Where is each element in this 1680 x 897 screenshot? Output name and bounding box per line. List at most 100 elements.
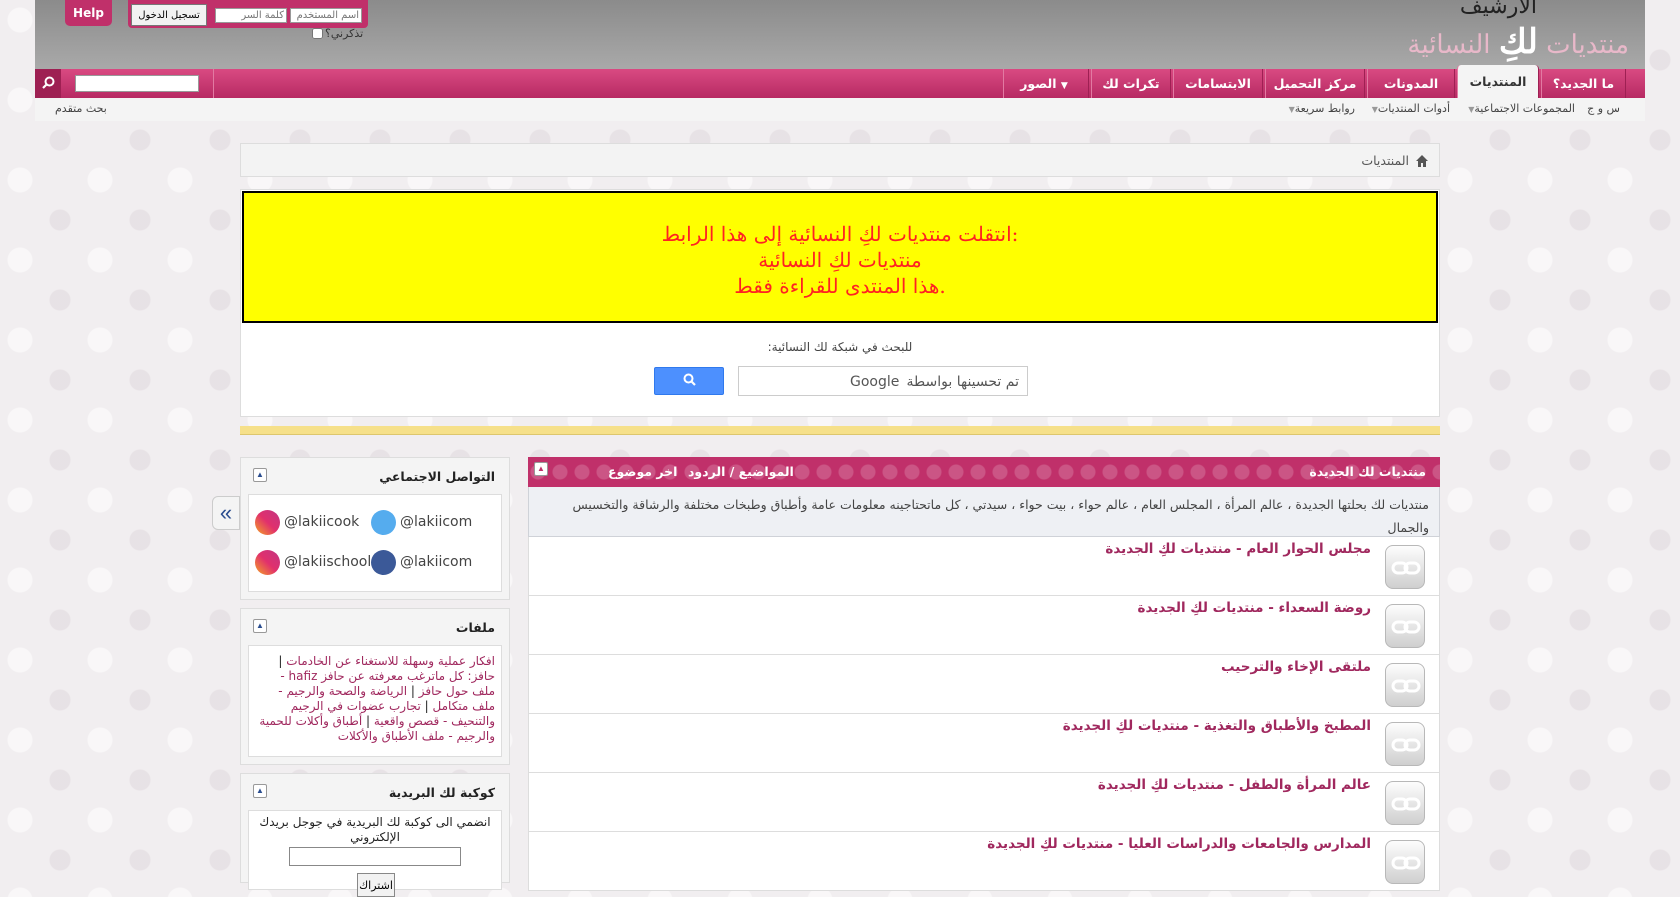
- column-stats: المواضيع / الردود: [688, 464, 794, 479]
- link-icon: [1385, 604, 1425, 648]
- tab-upload-center[interactable]: مركز التحميل: [1265, 69, 1365, 98]
- social-block-title: التواصل الاجتماعي: [379, 469, 495, 484]
- facebook-icon: [371, 549, 396, 575]
- collapse-icon[interactable]: ▲: [253, 784, 267, 798]
- mailing-block: كوكبة لك البريدية ▲ انضمي الى كوكبة لك ا…: [240, 773, 510, 897]
- social-groups-link[interactable]: المجموعات الاجتماعية▼: [1465, 102, 1575, 115]
- forum-category-header: منتديات لك الجديدة المواضيع / الردود اخر…: [528, 457, 1440, 487]
- nav-search-input[interactable]: [75, 75, 199, 92]
- forum-row: عالم المرأة والطفل - منتديات لكِ الجديدة: [528, 773, 1440, 832]
- forum-link[interactable]: المدارس والجامعات والدراسات العليا - منت…: [987, 836, 1371, 852]
- sidebar-toggle-button[interactable]: «: [212, 496, 240, 530]
- logo-forum-name: منتديات لكِ النسائية: [1407, 22, 1629, 62]
- chevron-down-icon: ▼: [1060, 81, 1068, 91]
- forum-link[interactable]: المطبخ والأطباق والتغذية - منتديات لكِ ا…: [1063, 718, 1371, 734]
- remember-me-checkbox[interactable]: [312, 28, 323, 39]
- instagram-icon: [255, 509, 280, 535]
- link-icon: [1385, 663, 1425, 707]
- forum-row: ملتقى الإخاء والترحيب: [528, 655, 1440, 714]
- email-field[interactable]: [289, 847, 461, 866]
- search-icon[interactable]: [35, 69, 61, 98]
- login-button[interactable]: تسجيل الدخول: [131, 4, 207, 26]
- notice-panel: انتقلت منتديات لكِ النسائية إلى هذا الرا…: [240, 189, 1440, 417]
- link-icon: [1385, 545, 1425, 589]
- tab-whats-new[interactable]: ما الجديد؟: [1541, 69, 1626, 98]
- social-facebook[interactable]: @lakiicom: [371, 549, 472, 575]
- mailing-description: انضمي الى كوكبة لك البريدية في جوجل بريد…: [259, 815, 491, 844]
- notice-line-3: هذا المنتدى للقراءة فقط.: [734, 274, 946, 298]
- forum-link[interactable]: عالم المرأة والطفل - منتديات لكِ الجديدة: [1098, 777, 1371, 793]
- forum-tools-link[interactable]: أدوات المنتديات▼: [1369, 102, 1450, 115]
- moved-notice: انتقلت منتديات لكِ النسائية إلى هذا الرا…: [242, 191, 1438, 323]
- tab-blogs[interactable]: المدونات: [1367, 69, 1455, 98]
- breadcrumb-forums[interactable]: المنتديات: [1361, 153, 1409, 168]
- social-instagram-school[interactable]: @lakiischool: [255, 549, 371, 575]
- social-handle: @lakiischool: [284, 554, 372, 570]
- forum-row: روضة السعداء - منتديات لكِ الجديدة: [528, 596, 1440, 655]
- notice-link[interactable]: منتديات لكِ النسائية: [244, 247, 1436, 273]
- files-block-title: ملفات: [455, 620, 495, 635]
- social-handle: @lakiicook: [284, 514, 360, 530]
- instagram-icon: [255, 549, 280, 575]
- username-input[interactable]: [290, 8, 362, 23]
- main-navbar: ما الجديد؟ المنتديات المدونات مركز التحم…: [35, 65, 1645, 98]
- link-icon: [1385, 840, 1425, 884]
- social-handle: @lakiicom: [400, 514, 473, 530]
- google-logo: Google: [849, 374, 900, 390]
- remember-me[interactable]: تذكرني؟: [312, 27, 363, 40]
- social-handle: @lakiicom: [400, 554, 473, 570]
- notice-line-1: انتقلت منتديات لكِ النسائية إلى هذا الرا…: [661, 222, 1019, 246]
- quick-links-link[interactable]: روابط سريعة▼: [1286, 102, 1355, 115]
- forum-link[interactable]: ملتقى الإخاء والترحيب: [1221, 659, 1371, 675]
- social-block: التواصل الاجتماعي ▲ @lakiicom @lakiicook…: [240, 457, 510, 600]
- files-block-header: ملفات ▲: [241, 609, 509, 641]
- forum-link[interactable]: مجلس الحوار العام - منتديات لكِ الجديدة: [1105, 541, 1371, 557]
- collapse-icon[interactable]: ▲: [253, 619, 267, 633]
- mailing-block-header: كوكبة لك البريدية ▲: [241, 774, 509, 806]
- link-icon: [1385, 781, 1425, 825]
- subscribe-button[interactable]: اشتراك: [357, 873, 395, 897]
- tab-forums[interactable]: المنتديات: [1457, 65, 1539, 98]
- social-twitter[interactable]: @lakiicom: [371, 509, 472, 535]
- site-logo[interactable]: الأرشيف منتديات لكِ النسائية: [1387, 0, 1637, 64]
- header: الأرشيف منتديات لكِ النسائية Help تسجيل …: [35, 0, 1645, 69]
- forum-category-title[interactable]: منتديات لك الجديدة: [1309, 464, 1426, 479]
- google-branding: تم تحسينها بواسطة Google: [849, 374, 1019, 390]
- forum-row: مجلس الحوار العام - منتديات لكِ الجديدة: [528, 537, 1440, 596]
- remember-me-label: تذكرني؟: [325, 27, 364, 40]
- collapse-icon[interactable]: ▲: [253, 468, 267, 482]
- faq-link[interactable]: س و ج: [1587, 102, 1620, 115]
- tab-smilies[interactable]: الابتسامات: [1173, 69, 1263, 98]
- mailing-block-title: كوكبة لك البريدية: [388, 785, 495, 800]
- tab-pictures[interactable]: الصور ▼: [1003, 69, 1089, 98]
- social-instagram-cook[interactable]: @lakiicook: [255, 509, 359, 535]
- forum-row: المدارس والجامعات والدراسات العليا - منت…: [528, 832, 1440, 891]
- search-icon: [683, 373, 696, 386]
- nav-divider: [213, 69, 214, 98]
- advanced-search-link[interactable]: بحث متقدم: [55, 102, 107, 115]
- files-list: افكار عملية وسهلة للاستغناء عن الخادمات …: [259, 654, 495, 743]
- social-block-header: التواصل الاجتماعي ▲: [241, 458, 509, 490]
- google-search-label: للبحث في شبكة لك النسائية:: [767, 340, 913, 354]
- login-form: تسجيل الدخول: [128, 0, 368, 28]
- collapse-icon[interactable]: ▲: [534, 462, 548, 476]
- file-link[interactable]: افكار عملية وسهلة للاستغناء عن الخادمات: [286, 654, 495, 668]
- google-search-input[interactable]: تم تحسينها بواسطة Google: [738, 366, 1028, 396]
- sub-navbar: س و ج المجموعات الاجتماعية▼ أدوات المنتد…: [35, 98, 1645, 121]
- link-icon: [1385, 722, 1425, 766]
- column-last-post: اخر موضوع: [608, 464, 678, 479]
- breadcrumb: المنتديات: [240, 143, 1440, 177]
- files-block: ملفات ▲ افكار عملية وسهلة للاستغناء عن ا…: [240, 608, 510, 765]
- forum-row: المطبخ والأطباق والتغذية - منتديات لكِ ا…: [528, 714, 1440, 773]
- files-block-body: افكار عملية وسهلة للاستغناء عن الخادمات …: [248, 645, 502, 757]
- twitter-icon: [371, 509, 396, 535]
- google-search-button[interactable]: [654, 367, 724, 395]
- mailing-block-body: انضمي الى كوكبة لك البريدية في جوجل بريد…: [248, 810, 502, 897]
- help-button[interactable]: Help: [65, 0, 112, 26]
- logo-archive-label: الأرشيف: [1459, 0, 1537, 19]
- tab-tekrat[interactable]: تكرات لك: [1091, 69, 1171, 98]
- forum-link[interactable]: روضة السعداء - منتديات لكِ الجديدة: [1138, 600, 1371, 616]
- home-icon[interactable]: [1415, 154, 1429, 168]
- divider-bar: [240, 426, 1440, 435]
- password-input[interactable]: [215, 8, 287, 23]
